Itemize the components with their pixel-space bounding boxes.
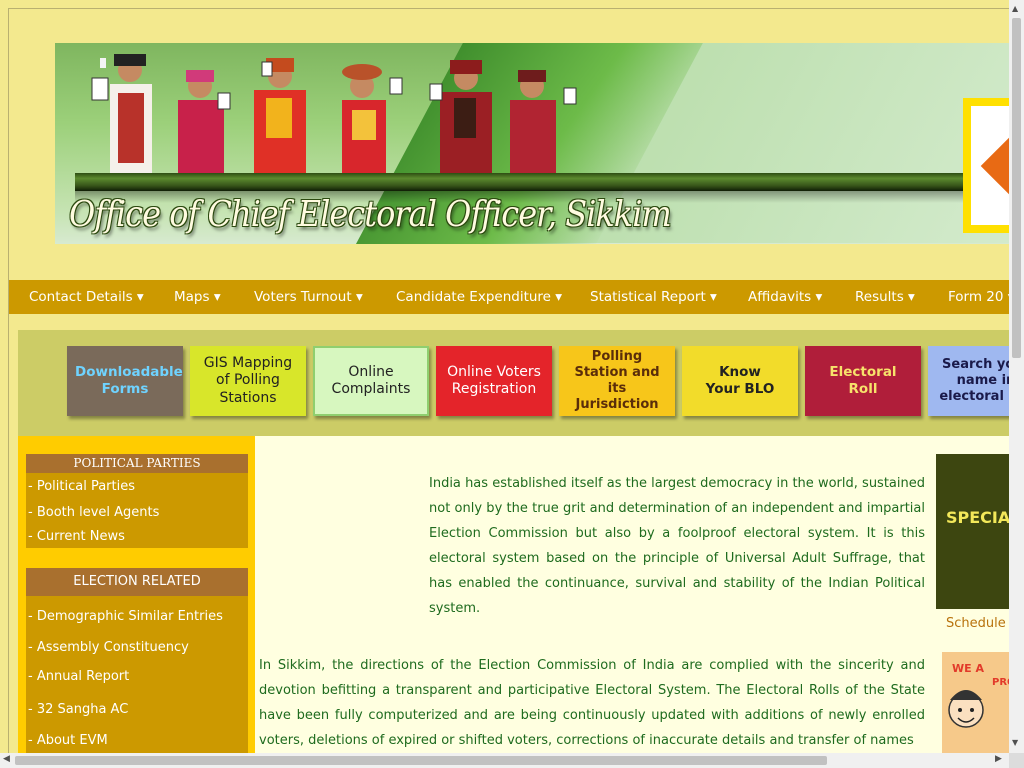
online-complaints-label: Online Complaints bbox=[331, 363, 411, 398]
sidebar-item-current-news[interactable]: - Current News bbox=[28, 529, 125, 544]
menu-statistical-report[interactable]: Statistical Report ▾ bbox=[590, 289, 717, 305]
know-your-blo-label: Know Your BLO bbox=[705, 364, 775, 397]
menu-candidate-expenditure[interactable]: Candidate Expenditure ▾ bbox=[396, 289, 562, 305]
logo-inner bbox=[971, 106, 1009, 225]
special-banner-text: SPECIAL bbox=[946, 508, 1009, 527]
menu-results[interactable]: Results ▾ bbox=[855, 289, 915, 305]
election-related-heading: ELECTION RELATED bbox=[26, 568, 248, 596]
vertical-scrollbar[interactable]: ▲ ▼ bbox=[1009, 0, 1024, 753]
banner-bar bbox=[75, 173, 1009, 191]
menu-affidavits[interactable]: Affidavits ▾ bbox=[748, 289, 822, 305]
sidebar-item-demographic-similar-entries[interactable]: - Demographic Similar Entries bbox=[28, 609, 223, 624]
vertical-scroll-thumb[interactable] bbox=[1012, 18, 1021, 358]
search-name-label: Search your name in electoral roll bbox=[939, 356, 1009, 405]
election-related-panel: ELECTION RELATED - Demographic Similar E… bbox=[26, 568, 248, 753]
horizontal-scrollbar[interactable]: ◀ ▶ bbox=[0, 753, 1009, 768]
menu-contact-details[interactable]: Contact Details ▾ bbox=[29, 289, 144, 305]
eci-logo bbox=[963, 98, 1009, 233]
sidebar-item-assembly-constituency[interactable]: - Assembly Constituency bbox=[28, 640, 189, 655]
logo-mark bbox=[980, 137, 1009, 195]
frame-border bbox=[8, 8, 1009, 9]
special-banner[interactable]: SPECIAL bbox=[936, 454, 1009, 609]
header-banner: Office of Chief Electoral Officer, Sikki… bbox=[55, 43, 1009, 244]
sidebar-item-32-sangha-ac[interactable]: - 32 Sangha AC bbox=[28, 702, 128, 717]
sidebar-item-political-parties[interactable]: - Political Parties bbox=[28, 479, 135, 494]
page-viewport: Office of Chief Electoral Officer, Sikki… bbox=[0, 0, 1009, 753]
scroll-up-icon[interactable]: ▲ bbox=[1012, 4, 1018, 13]
know-your-blo-button[interactable]: Know Your BLO bbox=[682, 346, 798, 416]
downloadable-forms-button[interactable]: Downloadable Forms bbox=[67, 346, 183, 416]
search-name-button[interactable]: Search your name in electoral roll bbox=[928, 346, 1009, 416]
main-content: India has established itself as the larg… bbox=[255, 436, 935, 753]
promo-cartoon-face-icon bbox=[948, 690, 984, 728]
online-complaints-button[interactable]: Online Complaints bbox=[313, 346, 429, 416]
schedule-link[interactable]: Schedule bbox=[946, 616, 1006, 631]
menu-voters-turnout[interactable]: Voters Turnout ▾ bbox=[254, 289, 363, 305]
body-paragraph: In Sikkim, the directions of the Electio… bbox=[259, 658, 925, 748]
online-voters-registration-label: Online Voters Registration bbox=[447, 363, 541, 398]
electoral-roll-button[interactable]: Electoral Roll bbox=[805, 346, 921, 416]
online-voters-registration-button[interactable]: Online Voters Registration bbox=[436, 346, 552, 416]
site-title: Office of Chief Electoral Officer, Sikki… bbox=[69, 193, 672, 235]
polling-station-button[interactable]: Polling Station and its Jurisdiction bbox=[559, 346, 675, 416]
banner-people-image bbox=[91, 54, 577, 173]
sidebar-item-about-evm[interactable]: - About EVM bbox=[28, 733, 108, 748]
scroll-right-icon[interactable]: ▶ bbox=[995, 754, 1002, 764]
electoral-roll-label: Electoral Roll bbox=[829, 364, 897, 397]
frame-border bbox=[8, 8, 9, 753]
political-parties-panel: POLITICAL PARTIES - Political Parties - … bbox=[26, 454, 248, 548]
quick-link-strip: Downloadable Forms GIS Mapping of Pollin… bbox=[18, 330, 1009, 436]
political-parties-heading: POLITICAL PARTIES bbox=[26, 454, 248, 473]
downloadable-forms-label: Downloadable Forms bbox=[75, 364, 183, 397]
horizontal-scroll-thumb[interactable] bbox=[15, 756, 827, 765]
right-column: SPECIAL Schedule WE A PRO bbox=[935, 436, 1009, 753]
sidebar-item-booth-level-agents[interactable]: - Booth level Agents bbox=[28, 505, 159, 520]
promo-image[interactable]: WE A PRO bbox=[942, 652, 1009, 753]
polling-station-label: Polling Station and its Jurisdiction bbox=[574, 348, 660, 413]
menu-maps[interactable]: Maps ▾ bbox=[174, 289, 221, 305]
intro-paragraph: India has established itself as the larg… bbox=[429, 476, 925, 616]
menu-form-20[interactable]: Form 20 ▾ bbox=[948, 289, 1009, 305]
gis-mapping-button[interactable]: GIS Mapping of Polling Stations bbox=[190, 346, 306, 416]
gis-mapping-label: GIS Mapping of Polling Stations bbox=[203, 354, 293, 406]
scrollbar-corner bbox=[1009, 753, 1024, 768]
scroll-down-icon[interactable]: ▼ bbox=[1012, 738, 1018, 747]
scroll-left-icon[interactable]: ◀ bbox=[3, 754, 10, 764]
main-menu: Contact Details ▾ Maps ▾ Voters Turnout … bbox=[9, 280, 1009, 314]
left-sidebar: POLITICAL PARTIES - Political Parties - … bbox=[18, 436, 255, 753]
sidebar-item-annual-report[interactable]: - Annual Report bbox=[28, 669, 129, 684]
